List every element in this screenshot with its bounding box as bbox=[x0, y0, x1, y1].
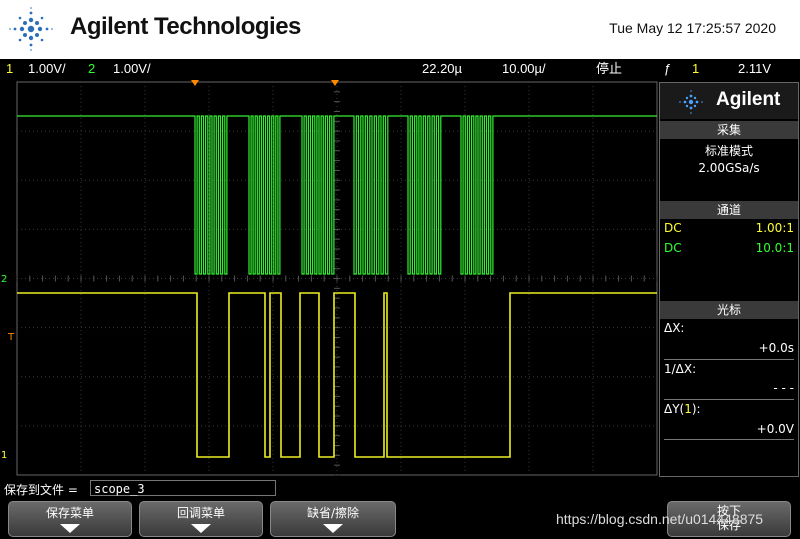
delta-y-label-prefix: ΔY( bbox=[664, 402, 685, 416]
trigger-channel[interactable]: 1 bbox=[692, 59, 699, 78]
date-time: Tue May 12 17:25:57 2020 bbox=[609, 20, 776, 36]
ch2-probe-ratio: 10.0:1 bbox=[755, 241, 794, 255]
status-bar: 1 1.00V/ 2 1.00V/ 22.20µ 10.00µ/ 停止 ƒ 1 … bbox=[0, 59, 800, 78]
down-arrow-icon bbox=[323, 524, 343, 533]
delta-x-label: ΔX: bbox=[664, 321, 685, 335]
inverse-delta-x-label: 1/ΔX: bbox=[664, 362, 697, 376]
softkey-default-erase[interactable]: 缺省/擦除 bbox=[270, 501, 396, 537]
watermark: https://blog.csdn.net/u014448875 bbox=[556, 511, 764, 527]
down-arrow-icon bbox=[191, 524, 211, 533]
softkey-save-menu[interactable]: 保存菜单 bbox=[8, 501, 132, 537]
agilent-spark-icon bbox=[679, 90, 703, 114]
panel-logo-text: Agilent bbox=[716, 89, 781, 110]
ch1-scale[interactable]: 1.00V/ bbox=[28, 59, 66, 78]
header-bar: Agilent Technologies Tue May 12 17:25:57… bbox=[0, 0, 800, 59]
divider bbox=[664, 399, 794, 400]
ch2-scale[interactable]: 1.00V/ bbox=[113, 59, 151, 78]
softkey-recall-menu[interactable]: 回调菜单 bbox=[139, 501, 263, 537]
down-arrow-icon bbox=[60, 524, 80, 533]
agilent-spark-logo bbox=[9, 7, 53, 51]
channel-header[interactable]: 通道 bbox=[660, 201, 798, 219]
acquisition-header[interactable]: 采集 bbox=[660, 121, 798, 139]
delta-y-label-suffix: ): bbox=[691, 402, 701, 416]
panel-logo: Agilent bbox=[660, 83, 798, 119]
brand-name: Agilent Technologies bbox=[70, 13, 301, 40]
ch1-number[interactable]: 1 bbox=[6, 59, 13, 78]
right-info-panel: Agilent 采集 标准模式 2.00GSa/s 通道 DC 1.00:1 D… bbox=[659, 82, 799, 477]
save-filename-field[interactable]: scope_3 bbox=[90, 480, 276, 496]
divider bbox=[664, 439, 794, 440]
delta-y-value: +0.0V bbox=[756, 422, 794, 436]
softkey-label: 保存菜单 bbox=[45, 506, 94, 520]
trigger-level-marker: T bbox=[7, 332, 15, 343]
trigger-slope-icon: ƒ bbox=[664, 61, 672, 76]
run-state[interactable]: 停止 bbox=[596, 59, 622, 78]
ch2-ground-marker: 2 bbox=[1, 274, 7, 285]
delta-x-value: +0.0s bbox=[758, 341, 794, 355]
softkey-label: 回调菜单 bbox=[176, 506, 225, 520]
timebase[interactable]: 10.00µ/ bbox=[502, 59, 546, 78]
divider bbox=[664, 359, 794, 360]
cursor-header[interactable]: 光标 bbox=[660, 301, 798, 319]
softkey-label: 缺省/擦除 bbox=[306, 506, 360, 520]
ch1-ground-marker: 1 bbox=[1, 450, 7, 461]
save-to-file-label: 保存到文件 = bbox=[4, 483, 78, 497]
horizontal-delay[interactable]: 22.20µ bbox=[422, 59, 462, 78]
ch1-probe-ratio: 1.00:1 bbox=[755, 221, 794, 235]
inverse-delta-x-value: - - - bbox=[773, 381, 794, 395]
sample-rate: 2.00GSa/s bbox=[698, 161, 760, 175]
acquisition-mode: 标准模式 bbox=[704, 144, 753, 158]
delta-y-channel: 1 bbox=[684, 402, 692, 416]
ch2-number[interactable]: 2 bbox=[88, 59, 95, 78]
trigger-level[interactable]: 2.11V bbox=[738, 59, 771, 78]
delta-y-label: ΔY(1): bbox=[664, 402, 794, 416]
save-bar: 保存到文件 = scope_3 bbox=[0, 479, 800, 499]
